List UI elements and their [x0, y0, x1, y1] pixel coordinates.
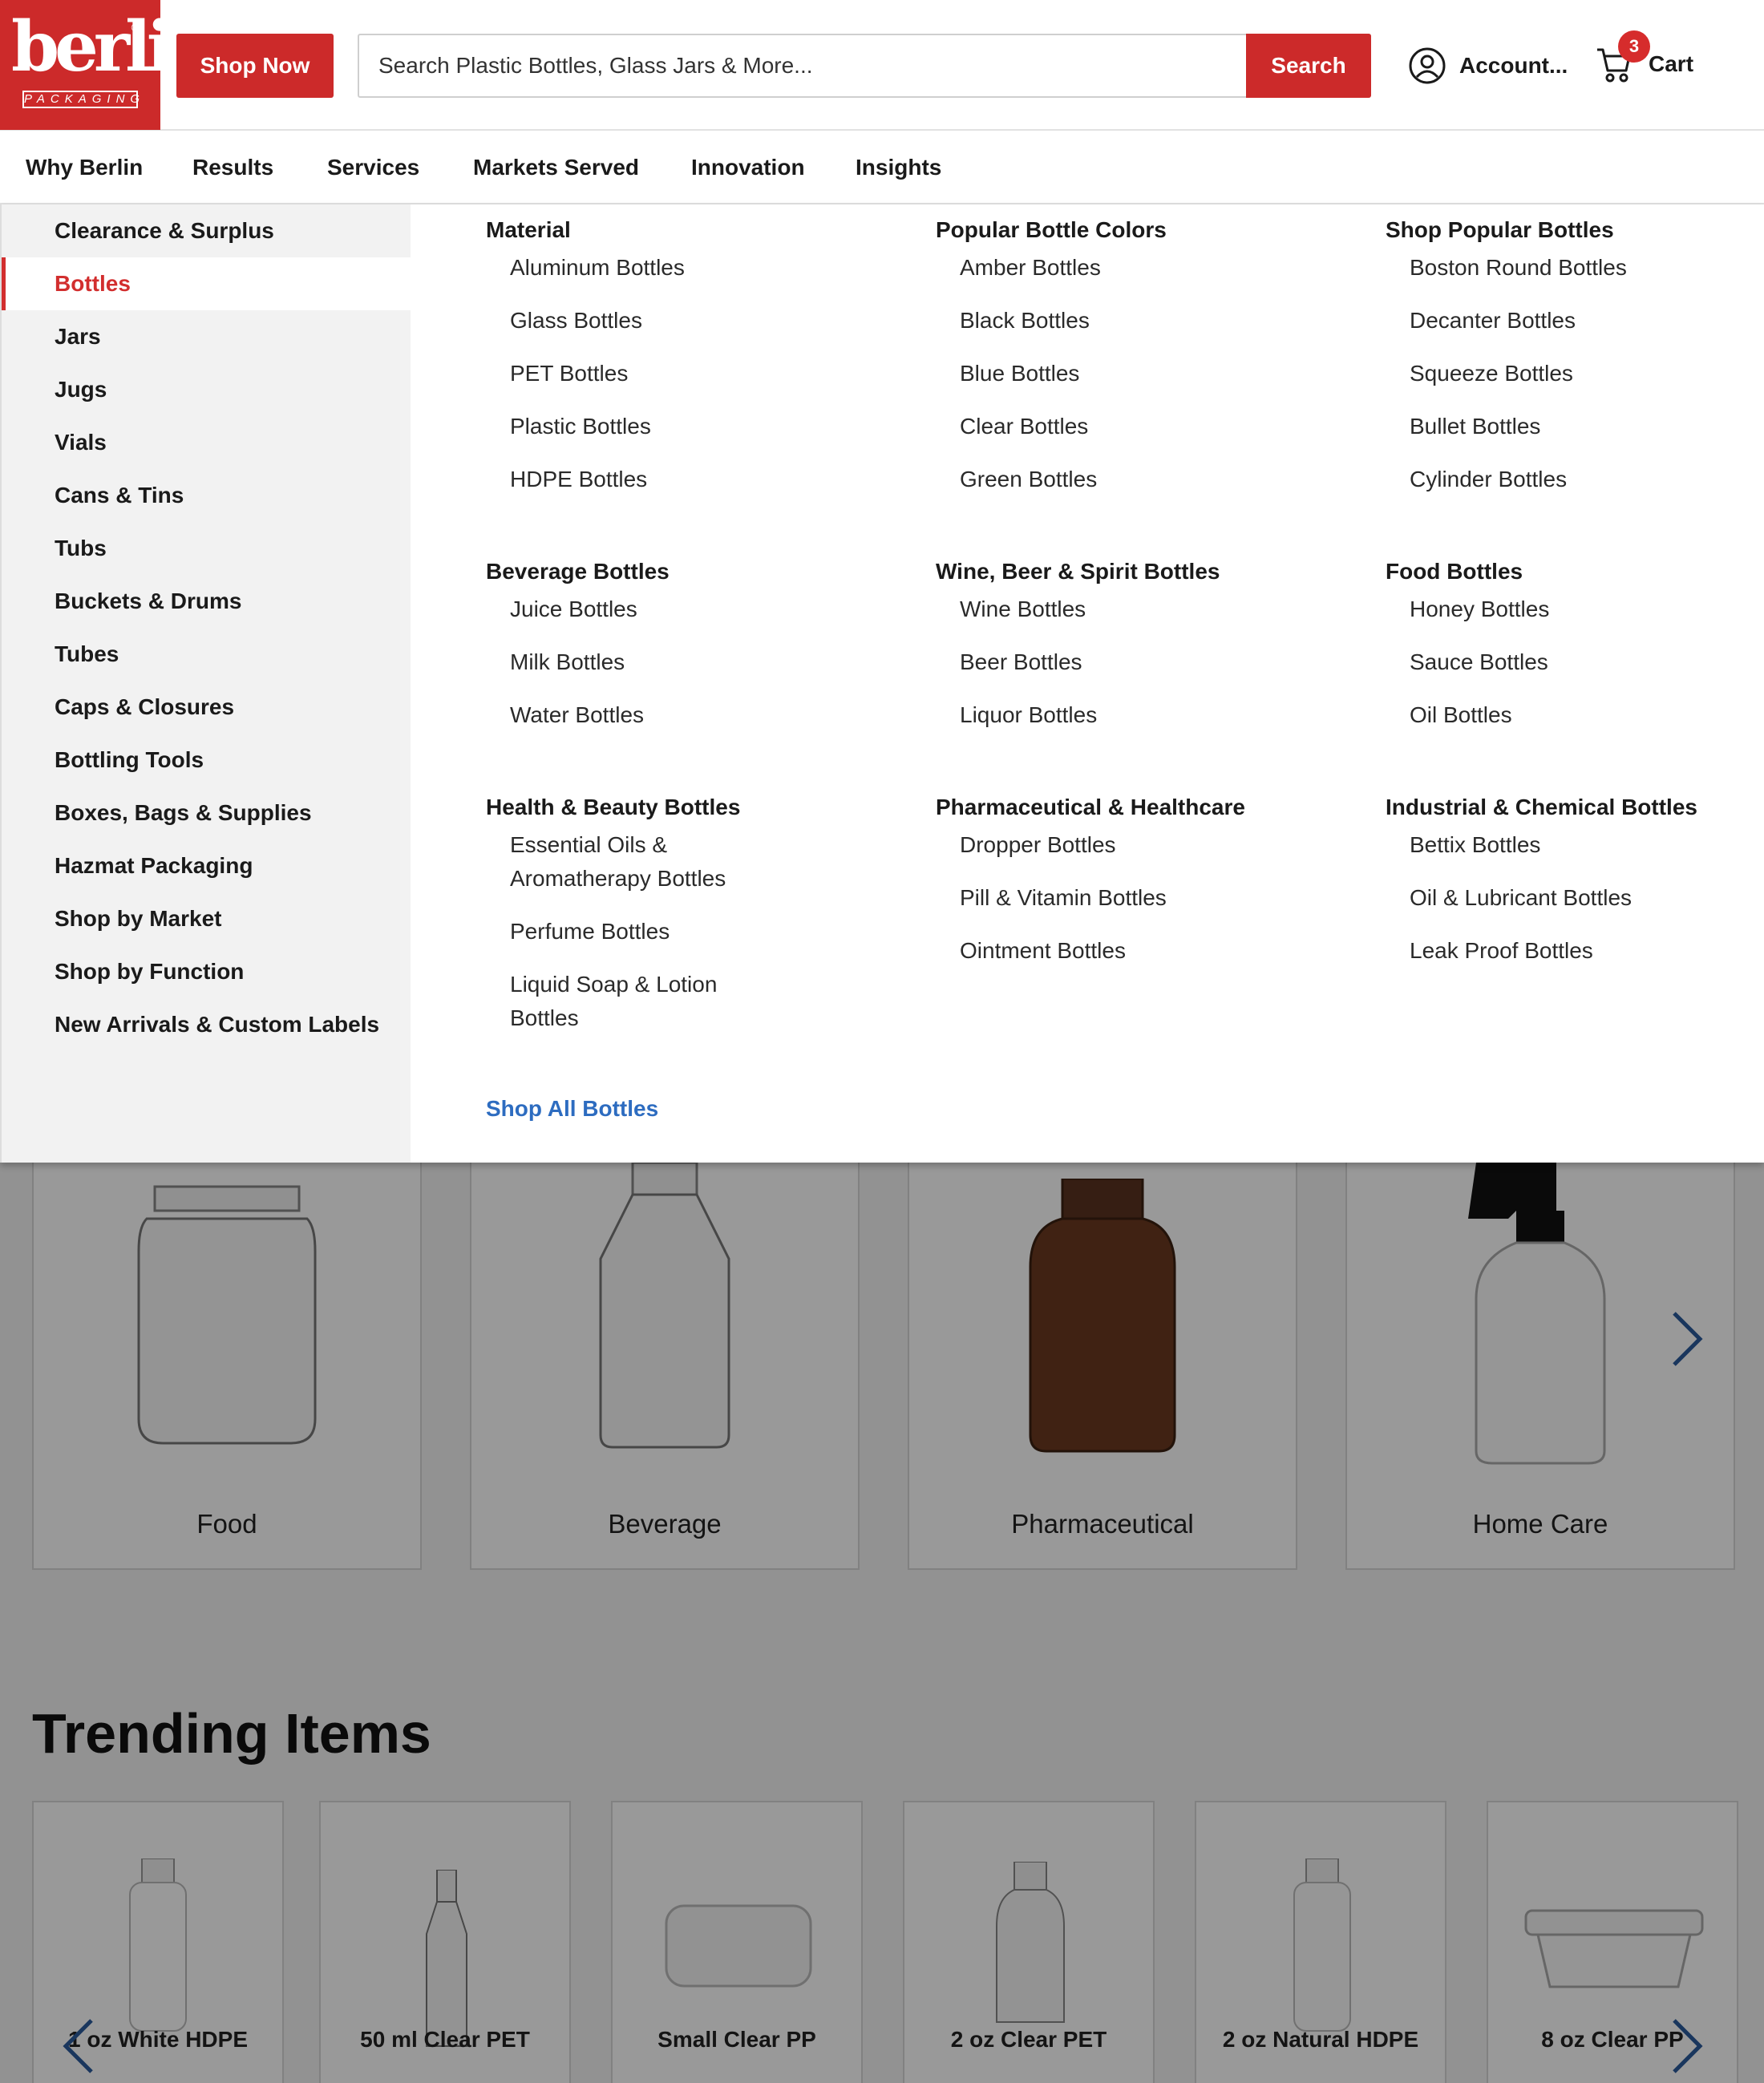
mega-menu: Clearance & Surplus Bottles Jars Jugs Vi… — [0, 204, 1764, 1163]
menu-link[interactable]: Squeeze Bottles — [1410, 357, 1573, 390]
shop-now-button[interactable]: Shop Now — [176, 34, 334, 98]
menu-heading-popular-bottles[interactable]: Shop Popular Bottles — [1386, 217, 1614, 243]
menu-link[interactable]: Bettix Bottles — [1410, 828, 1540, 862]
berlin-logo[interactable]: berlin ® PACKAGING — [0, 0, 218, 130]
account-menu[interactable]: Account... — [1408, 43, 1568, 88]
menu-link[interactable]: Aluminum Bottles — [510, 251, 685, 285]
menu-link[interactable]: Water Bottles — [510, 698, 644, 732]
nav-services[interactable]: Services — [327, 155, 419, 180]
cart-count-badge: 3 — [1618, 30, 1650, 63]
sidebar-item-new-arrivals[interactable]: New Arrivals & Custom Labels — [2, 998, 411, 1051]
menu-heading-pharmaceutical[interactable]: Pharmaceutical & Healthcare — [936, 795, 1245, 820]
menu-link[interactable]: Leak Proof Bottles — [1410, 934, 1593, 968]
sidebar-item-bottling-tools[interactable]: Bottling Tools — [2, 734, 411, 787]
sidebar-item-shop-by-function[interactable]: Shop by Function — [2, 945, 411, 998]
category-sidebar: Clearance & Surplus Bottles Jars Jugs Vi… — [2, 204, 411, 1163]
shop-all-bottles-link[interactable]: Shop All Bottles — [486, 1096, 658, 1122]
menu-link[interactable]: Perfume Bottles — [510, 915, 670, 948]
sidebar-item-vials[interactable]: Vials — [2, 416, 411, 469]
menu-link[interactable]: Boston Round Bottles — [1410, 251, 1627, 285]
menu-link[interactable]: Amber Bottles — [960, 251, 1101, 285]
sidebar-item-cans-tins[interactable]: Cans & Tins — [2, 469, 411, 522]
menu-link[interactable]: Juice Bottles — [510, 593, 637, 626]
menu-link[interactable]: Black Bottles — [960, 304, 1090, 338]
nav-innovation[interactable]: Innovation — [691, 155, 805, 180]
menu-link[interactable]: Decanter Bottles — [1410, 304, 1576, 338]
menu-link[interactable]: Pill & Vitamin Bottles — [960, 881, 1167, 915]
dim-overlay[interactable] — [0, 1163, 1764, 2083]
menu-link[interactable]: PET Bottles — [510, 357, 628, 390]
menu-link[interactable]: Clear Bottles — [960, 410, 1088, 443]
menu-link[interactable]: Blue Bottles — [960, 357, 1079, 390]
search-bar: Search — [358, 34, 1371, 98]
menu-link[interactable]: Cylinder Bottles — [1410, 463, 1567, 496]
menu-link[interactable]: Liquor Bottles — [960, 698, 1097, 732]
sidebar-item-bottles[interactable]: Bottles — [2, 257, 411, 310]
menu-heading-food-bottles[interactable]: Food Bottles — [1386, 559, 1523, 584]
menu-heading-wine-beer[interactable]: Wine, Beer & Spirit Bottles — [936, 559, 1220, 584]
sidebar-item-buckets-drums[interactable]: Buckets & Drums — [2, 575, 411, 628]
menu-link[interactable]: Essential Oils & — [510, 828, 667, 862]
menu-link[interactable]: Plastic Bottles — [510, 410, 651, 443]
sidebar-item-clearance[interactable]: Clearance & Surplus — [2, 204, 411, 257]
menu-heading-bottle-colors[interactable]: Popular Bottle Colors — [936, 217, 1167, 243]
menu-link[interactable]: Glass Bottles — [510, 304, 642, 338]
sidebar-item-hazmat[interactable]: Hazmat Packaging — [2, 839, 411, 892]
site-header: berlin ® PACKAGING Shop Now Search Accou… — [0, 0, 1764, 131]
menu-link[interactable]: Beer Bottles — [960, 645, 1082, 679]
menu-link[interactable]: Liquid Soap & Lotion — [510, 968, 717, 1001]
sidebar-item-jars[interactable]: Jars — [2, 310, 411, 363]
menu-link[interactable]: HDPE Bottles — [510, 463, 647, 496]
cart-label: Cart — [1649, 51, 1694, 76]
menu-link[interactable]: Honey Bottles — [1410, 593, 1549, 626]
nav-markets-served[interactable]: Markets Served — [473, 155, 639, 180]
menu-link[interactable]: Milk Bottles — [510, 645, 625, 679]
user-icon — [1409, 47, 1446, 84]
cart-button[interactable]: 3 Cart — [1596, 30, 1700, 91]
sidebar-item-tubes[interactable]: Tubes — [2, 628, 411, 681]
search-input[interactable] — [359, 35, 1246, 96]
menu-link[interactable]: Oil & Lubricant Bottles — [1410, 881, 1632, 915]
menu-link[interactable]: Ointment Bottles — [960, 934, 1126, 968]
sidebar-item-boxes-bags[interactable]: Boxes, Bags & Supplies — [2, 787, 411, 839]
menu-link[interactable]: Sauce Bottles — [1410, 645, 1548, 679]
logo-wordmark: berlin — [11, 6, 218, 87]
nav-insights[interactable]: Insights — [856, 155, 941, 180]
menu-heading-material[interactable]: Material — [486, 217, 571, 243]
main-nav: Why Berlin Results Services Markets Serv… — [0, 131, 1764, 204]
sidebar-item-shop-by-market[interactable]: Shop by Market — [2, 892, 411, 945]
account-label: Account... — [1459, 53, 1568, 78]
menu-link-continued[interactable]: Aromatherapy Bottles — [510, 862, 726, 896]
menu-link[interactable]: Dropper Bottles — [960, 828, 1116, 862]
menu-heading-health-beauty[interactable]: Health & Beauty Bottles — [486, 795, 740, 820]
registered-mark: ® — [131, 21, 140, 34]
sidebar-item-jugs[interactable]: Jugs — [2, 363, 411, 416]
sidebar-item-caps-closures[interactable]: Caps & Closures — [2, 681, 411, 734]
menu-link-continued[interactable]: Bottles — [510, 1001, 579, 1035]
menu-link[interactable]: Green Bottles — [960, 463, 1097, 496]
logo-subtitle: PACKAGING — [22, 91, 140, 108]
search-button[interactable]: Search — [1246, 34, 1371, 98]
nav-results[interactable]: Results — [192, 155, 273, 180]
menu-heading-beverage[interactable]: Beverage Bottles — [486, 559, 670, 584]
menu-heading-industrial[interactable]: Industrial & Chemical Bottles — [1386, 795, 1697, 820]
menu-link[interactable]: Bullet Bottles — [1410, 410, 1540, 443]
menu-link[interactable]: Oil Bottles — [1410, 698, 1512, 732]
menu-link[interactable]: Wine Bottles — [960, 593, 1086, 626]
nav-why-berlin[interactable]: Why Berlin — [26, 155, 143, 180]
sidebar-item-tubs[interactable]: Tubs — [2, 522, 411, 575]
